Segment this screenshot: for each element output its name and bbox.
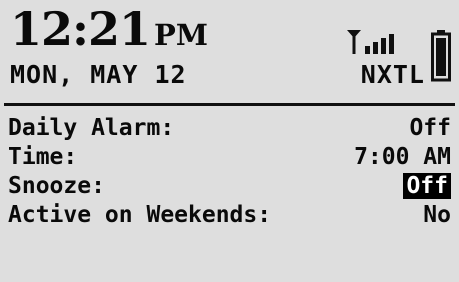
setting-label: Daily Alarm: — [8, 115, 175, 141]
status-header: 12:21 PM MON, MAY 12 NXTL — [0, 0, 459, 108]
status-indicators: NXTL — [311, 28, 451, 98]
clock: 12:21 PM — [10, 6, 208, 52]
alarm-settings-list: Daily Alarm: Off Time: 7:00 AM Snooze: O… — [8, 114, 451, 230]
setting-label: Active on Weekends: — [8, 202, 272, 228]
setting-value-time[interactable]: 7:00 AM — [354, 143, 451, 172]
alarm-screen: 12:21 PM MON, MAY 12 NXTL Daily Alarm: O… — [0, 0, 459, 282]
battery-icon — [431, 30, 451, 82]
setting-row-snooze[interactable]: Snooze: Off — [8, 172, 451, 201]
setting-label: Snooze: — [8, 173, 105, 199]
date-display: MON, MAY 12 — [10, 60, 187, 89]
setting-label: Time: — [8, 144, 78, 170]
setting-value-active-on-weekends[interactable]: No — [423, 201, 451, 230]
header-divider — [4, 103, 455, 106]
setting-row-daily-alarm[interactable]: Daily Alarm: Off — [8, 114, 451, 143]
carrier-name: NXTL — [360, 60, 425, 89]
clock-time: 12:21 — [10, 2, 151, 56]
signal-antenna-icon — [347, 30, 394, 54]
setting-row-time[interactable]: Time: 7:00 AM — [8, 143, 451, 172]
setting-value-daily-alarm[interactable]: Off — [409, 114, 451, 143]
setting-row-active-on-weekends[interactable]: Active on Weekends: No — [8, 201, 451, 230]
setting-value-snooze[interactable]: Off — [403, 173, 451, 199]
clock-ampm: PM — [154, 18, 208, 52]
